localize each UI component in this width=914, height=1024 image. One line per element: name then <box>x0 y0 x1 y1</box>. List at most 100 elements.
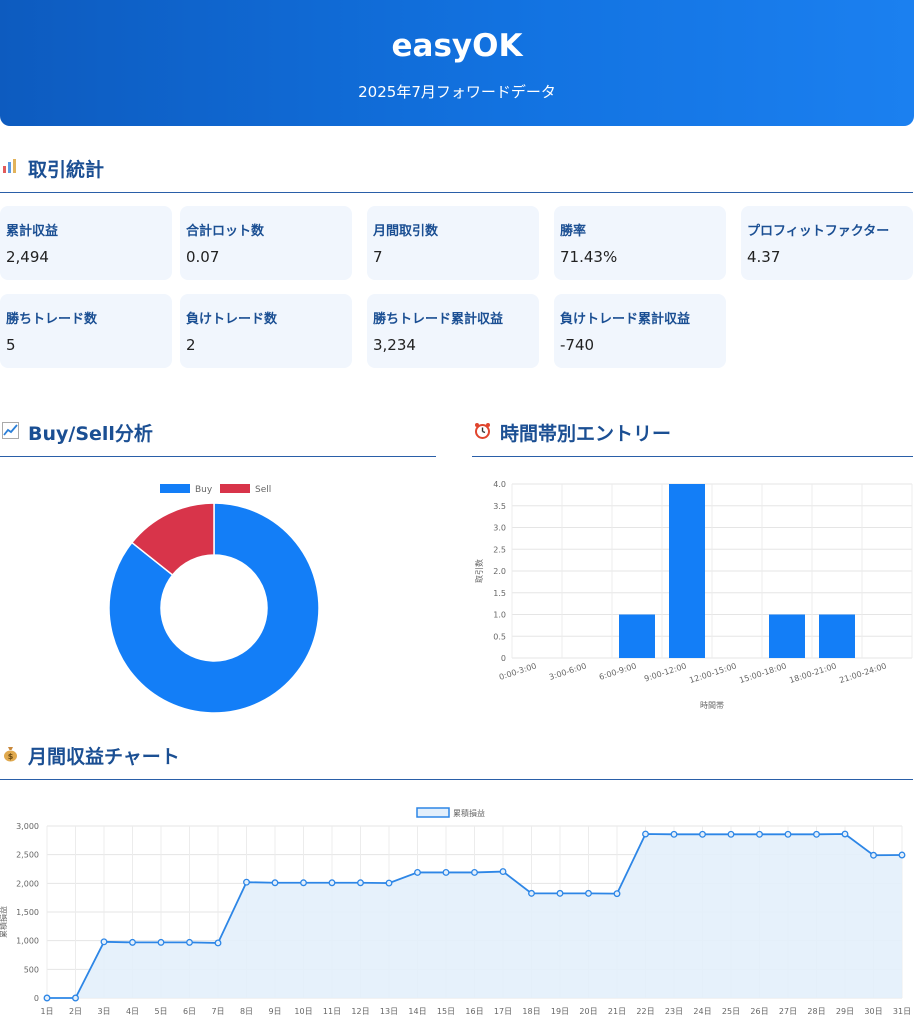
stat-card: 合計ロット数 0.07 <box>180 206 352 280</box>
x-tick-label: 31日 <box>893 1007 911 1016</box>
bar-2 <box>619 614 655 658</box>
data-point-24 <box>699 830 706 838</box>
x-tick-label: 21日 <box>608 1007 626 1016</box>
x-tick-label: 22日 <box>636 1007 654 1016</box>
y-tick-label: 0 <box>501 654 506 663</box>
x-tick-label: 2日 <box>69 1007 82 1016</box>
x-tick-label: 18日 <box>522 1007 540 1016</box>
alarm-clock-icon <box>472 422 492 444</box>
x-tick-label: 0:00-3:00 <box>498 661 538 682</box>
x-tick-label: 12日 <box>351 1007 369 1016</box>
monthly-section-title: $ 月間収益チャート <box>0 742 913 780</box>
data-point-8 <box>243 878 250 886</box>
stat-value: 7 <box>373 248 383 266</box>
y-tick-label: 4.0 <box>493 480 506 489</box>
stat-value: 3,234 <box>373 336 416 354</box>
stat-label: 累計収益 <box>6 224 59 239</box>
stats-title-text: 取引統計 <box>28 159 105 181</box>
x-tick-label: 3日 <box>97 1007 110 1016</box>
hourly-section-title: 時間帯別エントリー <box>472 419 913 457</box>
x-tick-label: 6:00-9:00 <box>598 661 638 682</box>
data-point-12 <box>357 879 364 887</box>
data-point-22 <box>642 830 649 838</box>
data-point-10 <box>300 879 307 887</box>
data-point-5 <box>157 938 165 946</box>
x-tick-label: 23日 <box>665 1007 683 1016</box>
bar-3 <box>669 484 705 658</box>
data-point-16 <box>471 868 478 876</box>
data-point-1 <box>43 994 51 1002</box>
bar-5 <box>769 614 805 658</box>
y-axis-title: 累積損益 <box>0 906 8 938</box>
monthly-title-text: 月間収益チャート <box>28 746 180 768</box>
legend-swatch-sell <box>220 484 250 493</box>
x-tick-label: 6日 <box>183 1007 196 1016</box>
stat-value: 2,494 <box>6 248 49 266</box>
x-tick-label: 10日 <box>294 1007 312 1016</box>
y-tick-label: 2,000 <box>16 879 39 888</box>
x-tick-label: 5日 <box>154 1007 167 1016</box>
stat-card: 勝率 71.43% <box>554 206 726 280</box>
y-tick-label: 1.0 <box>493 611 506 620</box>
stat-card: 累計収益 2,494 <box>0 206 172 280</box>
stat-label: プロフィットファクター <box>747 224 890 239</box>
x-tick-label: 11日 <box>323 1007 341 1016</box>
data-point-21 <box>613 890 621 898</box>
x-tick-label: 28日 <box>807 1007 825 1016</box>
stat-value: -740 <box>560 336 595 354</box>
stat-card: 負けトレード数 2 <box>180 294 352 368</box>
data-point-13 <box>385 879 393 887</box>
y-tick-label: 1,500 <box>16 908 39 917</box>
x-tick-label: 1日 <box>40 1007 53 1016</box>
data-point-19 <box>556 889 564 897</box>
y-tick-label: 3,000 <box>16 822 39 831</box>
stat-value: 0.07 <box>186 248 220 266</box>
data-point-9 <box>271 879 279 887</box>
x-tick-label: 15日 <box>437 1007 455 1016</box>
data-point-23 <box>670 830 678 838</box>
y-tick-label: 2.5 <box>493 545 506 554</box>
hourly-bar-chart: 0 0.5 1.0 1.5 2.0 2.5 3.0 3.5 4.0 0:00-3:00 3:00-6… <box>474 480 913 710</box>
x-tick-label: 19日 <box>551 1007 569 1016</box>
stat-label: 負けトレード数 <box>186 312 278 327</box>
x-tick-label: 15:00-18:00 <box>738 661 787 685</box>
legend-label-sell: Sell <box>255 485 271 495</box>
chart-increasing-icon <box>0 421 20 444</box>
data-point-18 <box>528 889 535 897</box>
stats-section-title: 取引統計 <box>0 155 913 193</box>
x-tick-label: 7日 <box>211 1007 224 1016</box>
data-point-15 <box>442 868 450 876</box>
y-tick-label: 500 <box>24 965 39 974</box>
x-tick-label: 20日 <box>579 1007 597 1016</box>
money-bag-icon: $ <box>0 745 20 767</box>
bar-6 <box>819 614 855 658</box>
data-point-17 <box>499 868 507 876</box>
stat-label: 勝ちトレード数 <box>6 312 98 327</box>
x-tick-label: 12:00-15:00 <box>688 661 737 685</box>
data-point-31 <box>898 851 906 859</box>
svg-text:$: $ <box>7 752 13 761</box>
stat-label: 合計ロット数 <box>186 224 265 239</box>
data-point-11 <box>328 879 336 887</box>
x-tick-label: 29日 <box>836 1007 854 1016</box>
stat-label: 月間取引数 <box>373 224 439 239</box>
x-tick-label: 13日 <box>380 1007 398 1016</box>
monthly-area-chart: 累積損益 0 500 1,000 1,500 2,000 2,500 3,000 1日 2日 3日 4… <box>0 807 911 1016</box>
x-tick-label: 4日 <box>126 1007 139 1016</box>
buysell-title-text: Buy/Sell分析 <box>28 423 153 445</box>
y-tick-label: 0.5 <box>493 632 506 641</box>
x-tick-label: 26日 <box>750 1007 768 1016</box>
stat-value: 4.37 <box>747 248 781 266</box>
x-tick-label: 25日 <box>722 1007 740 1016</box>
stat-card: プロフィットファクター 4.37 <box>741 206 913 280</box>
bar-chart-icon <box>0 158 20 179</box>
y-tick-label: 2,500 <box>16 851 39 860</box>
x-tick-label: 18:00-21:00 <box>788 661 837 685</box>
page-title: easyOK <box>391 28 523 64</box>
y-tick-label: 3.5 <box>493 502 506 511</box>
x-tick-label: 24日 <box>693 1007 711 1016</box>
stat-label: 勝ちトレード累計収益 <box>373 312 504 327</box>
stat-card: 負けトレード累計収益 -740 <box>554 294 726 368</box>
x-tick-label: 16日 <box>465 1007 483 1016</box>
x-tick-label: 21:00-24:00 <box>838 661 887 685</box>
